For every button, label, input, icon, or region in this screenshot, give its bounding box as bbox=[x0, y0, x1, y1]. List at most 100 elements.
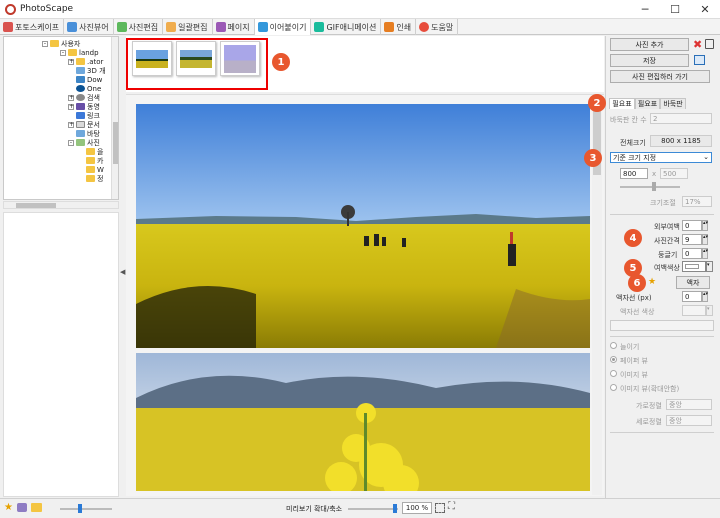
height-select[interactable]: 500 bbox=[660, 168, 688, 179]
document-icon bbox=[76, 121, 85, 128]
margin-color-picker[interactable] bbox=[682, 261, 706, 272]
tree-item[interactable]: 카 bbox=[86, 156, 103, 165]
chevron-down-icon[interactable]: ▾ bbox=[706, 305, 713, 316]
size-mode-select[interactable]: 기준 크기 지정 ⌄ bbox=[610, 152, 712, 163]
scrollbar-thumb[interactable] bbox=[16, 203, 56, 208]
folder-tree[interactable]: - 사용자 - landp + .ator 3D 개 Dow One + 검색 + 동영 … bbox=[3, 36, 119, 200]
preview-photo-2 bbox=[136, 353, 590, 491]
halign-select[interactable]: 중앙 bbox=[666, 399, 712, 410]
tab-combine[interactable]: 이어붙이기 bbox=[254, 19, 312, 35]
thumbnail-size-slider[interactable] bbox=[60, 508, 112, 510]
tab-editor[interactable]: 사진편집 bbox=[114, 19, 164, 35]
tree-item[interactable]: 정 bbox=[86, 174, 103, 183]
collapse-icon[interactable]: - bbox=[42, 40, 48, 47]
tab-batch[interactable]: 일괄편집 bbox=[163, 19, 213, 35]
status-bar: ★ 미리보기 확대/축소 100 % ⛶ bbox=[0, 498, 720, 518]
ratio-slider-knob[interactable] bbox=[652, 182, 656, 191]
tab-photoscape[interactable]: 포토스케이프 bbox=[0, 19, 65, 35]
tree-item-label: 3D 개 bbox=[87, 66, 106, 75]
width-select[interactable]: 800 bbox=[620, 168, 648, 179]
grid-count-label: 바둑판 칸 수 bbox=[610, 116, 647, 124]
folder-icon[interactable] bbox=[31, 503, 42, 512]
outer-margin-stepper[interactable]: ▴▾ bbox=[702, 220, 708, 231]
tab-help[interactable]: 도움말 bbox=[416, 19, 459, 35]
frame-style-field[interactable] bbox=[610, 320, 714, 331]
tab-grid[interactable]: 바둑판 bbox=[660, 98, 686, 109]
thumbnail-size-knob[interactable] bbox=[78, 504, 82, 513]
chevron-down-icon[interactable]: ▾ bbox=[706, 261, 713, 272]
radio-paper-view[interactable] bbox=[610, 356, 617, 363]
tab-gif[interactable]: GIF애니메이션 bbox=[311, 19, 382, 35]
zoom-slider-knob[interactable] bbox=[393, 504, 397, 513]
round-stepper[interactable]: ▴▾ bbox=[702, 248, 708, 259]
tree-horizontal-scrollbar[interactable] bbox=[3, 201, 119, 209]
frame-color-picker[interactable] bbox=[682, 305, 706, 316]
canola-closeup-photo bbox=[136, 353, 590, 491]
tree-item[interactable]: 3D 개 bbox=[76, 66, 106, 75]
panel-splitter[interactable]: ◀ bbox=[119, 36, 125, 498]
outer-margin-input[interactable]: 0 bbox=[682, 220, 702, 231]
tab-print[interactable]: 인쇄 bbox=[381, 19, 417, 35]
size-mode-value: 기준 크기 지정 bbox=[613, 153, 657, 162]
frame-line-stepper[interactable]: ▴▾ bbox=[702, 291, 708, 302]
delete-icon[interactable]: ✖ bbox=[693, 38, 702, 51]
zoom-label: 미리보기 확대/축소 bbox=[286, 505, 343, 513]
tree-vertical-scrollbar[interactable] bbox=[111, 37, 118, 199]
star-icon[interactable]: ★ bbox=[648, 277, 656, 287]
go-to-editor-button[interactable]: 사진 편집하러 가기 bbox=[610, 70, 710, 83]
add-photo-button[interactable]: 사진 추가 bbox=[610, 38, 689, 51]
radio-image-view[interactable] bbox=[610, 370, 617, 377]
collapse-arrow-icon[interactable]: ◀ bbox=[120, 268, 125, 276]
close-button[interactable]: ✕ bbox=[690, 0, 720, 19]
tree-item[interactable]: - landp bbox=[60, 48, 99, 57]
callout-badge: 4 bbox=[624, 229, 642, 247]
frame-color-label: 액자선 색상 bbox=[620, 308, 655, 316]
onedrive-icon bbox=[76, 85, 85, 92]
fit-icon[interactable] bbox=[435, 503, 445, 513]
folder-icon bbox=[86, 148, 95, 155]
file-thumbnail-panel[interactable] bbox=[3, 212, 119, 497]
zoom-slider[interactable] bbox=[348, 508, 398, 510]
trash-icon[interactable] bbox=[705, 39, 714, 49]
minimize-button[interactable]: ─ bbox=[630, 0, 660, 19]
tab-layout-2[interactable]: 필요표 bbox=[635, 98, 660, 109]
maximize-button[interactable]: ☐ bbox=[660, 0, 690, 19]
tree-item[interactable]: - 사진 bbox=[68, 138, 100, 147]
tree-item-label: W bbox=[97, 165, 104, 174]
tab-layout-1[interactable]: 필요표 bbox=[609, 98, 635, 109]
ratio-slider[interactable] bbox=[620, 186, 680, 188]
tree-item[interactable]: Dow bbox=[76, 75, 102, 84]
collapse-icon[interactable]: - bbox=[68, 139, 74, 146]
folder-icon bbox=[50, 40, 59, 47]
save-button[interactable]: 저장 bbox=[610, 54, 689, 67]
list-icon[interactable] bbox=[694, 55, 705, 65]
expand-icon[interactable]: + bbox=[68, 94, 74, 101]
fullscreen-icon[interactable]: ⛶ bbox=[448, 501, 455, 512]
star-icon[interactable]: ★ bbox=[4, 502, 13, 513]
tree-item[interactable]: - 사용자 bbox=[42, 39, 80, 48]
valign-select[interactable]: 중앙 bbox=[666, 415, 712, 426]
zoom-value[interactable]: 100 % bbox=[402, 502, 432, 514]
frame-line-label: 액자선 (px) bbox=[616, 294, 652, 302]
radio-stretch[interactable] bbox=[610, 342, 617, 349]
grid-count-select[interactable]: 2 bbox=[650, 113, 712, 124]
tab-viewer[interactable]: 사진뷰어 bbox=[64, 19, 114, 35]
collapse-icon[interactable]: - bbox=[60, 49, 66, 56]
photo-spacing-input[interactable]: 9 bbox=[682, 234, 702, 245]
valign-label: 세로정렬 bbox=[636, 418, 662, 426]
divider bbox=[610, 432, 714, 433]
folder-icon bbox=[76, 58, 85, 65]
print-icon bbox=[384, 22, 395, 32]
tab-page[interactable]: 페이지 bbox=[213, 19, 255, 35]
expand-icon[interactable]: + bbox=[68, 58, 74, 65]
tab-label: 이어붙이기 bbox=[269, 22, 307, 32]
round-input[interactable]: 0 bbox=[682, 248, 702, 259]
frame-button[interactable]: 액자 bbox=[676, 276, 710, 289]
frame-line-input[interactable]: 0 bbox=[682, 291, 702, 302]
photo-spacing-stepper[interactable]: ▴▾ bbox=[702, 234, 708, 245]
expand-icon[interactable]: + bbox=[68, 103, 74, 110]
page-icon bbox=[215, 22, 226, 32]
radio-image-view-nozoom[interactable] bbox=[610, 384, 617, 391]
tool-icon[interactable] bbox=[17, 503, 27, 512]
expand-icon[interactable]: + bbox=[68, 121, 74, 128]
